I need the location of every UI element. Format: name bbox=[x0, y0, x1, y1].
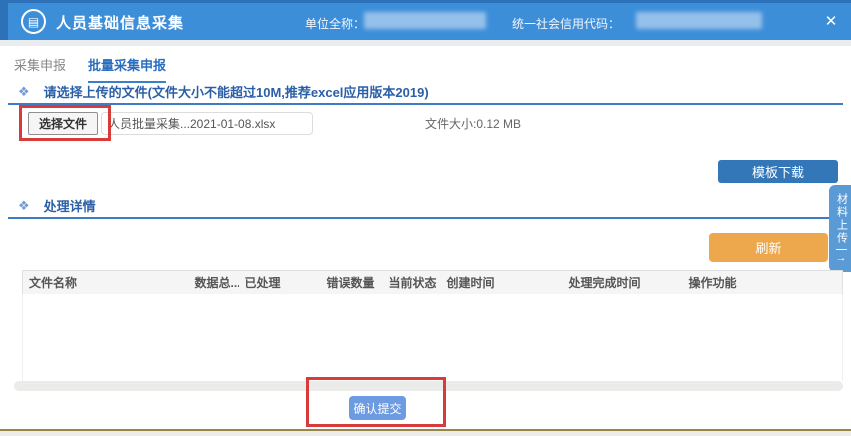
page-title: 人员基础信息采集 bbox=[56, 12, 184, 33]
arrow-right-icon: → bbox=[836, 252, 847, 264]
page-bottom-edge bbox=[0, 429, 851, 436]
col-finish-time: 处理完成时间 bbox=[563, 271, 683, 295]
tab-bar: 采集申报 批量采集申报 bbox=[14, 55, 166, 83]
material-upload-side-tab[interactable]: 材料上传 → bbox=[829, 185, 851, 272]
close-icon[interactable]: ✕ bbox=[821, 11, 841, 31]
modal-header: ▤ 人员基础信息采集 单位全称： 统一社会信用代码： ✕ bbox=[8, 3, 851, 40]
unit-name-redacted-value bbox=[364, 12, 486, 29]
choose-file-button[interactable]: 选择文件 bbox=[28, 112, 98, 135]
file-size-text: 文件大小:0.12 MB bbox=[425, 115, 521, 132]
detail-section-heading: ❖ 处理详情 bbox=[18, 196, 96, 215]
col-data-total: 数据总... bbox=[189, 271, 239, 295]
credit-code-label: 统一社会信用代码： bbox=[512, 15, 620, 32]
table-header-row: 文件名称 数据总... 已处理 错误数量 当前状态 创建时间 处理完成时间 操作… bbox=[23, 271, 843, 295]
personnel-info-modal: ▤ 人员基础信息采集 单位全称： 统一社会信用代码： ✕ 采集申报 批量采集申报… bbox=[0, 0, 851, 436]
refresh-button[interactable]: 刷新 bbox=[709, 233, 828, 262]
tab-batch-collection-declare[interactable]: 批量采集申报 bbox=[88, 55, 166, 83]
credit-code-redacted-value bbox=[636, 12, 762, 29]
diamond-icon: ❖ bbox=[18, 85, 30, 98]
upload-section-title: 请选择上传的文件(文件大小不能超过10M,推荐excel应用版本2019) bbox=[44, 82, 429, 101]
unit-name-label: 单位全称： bbox=[305, 15, 365, 32]
detail-section-title: 处理详情 bbox=[44, 196, 96, 215]
table-empty-body bbox=[22, 294, 843, 381]
tab-collection-declare[interactable]: 采集申报 bbox=[14, 55, 66, 83]
diamond-icon: ❖ bbox=[18, 199, 30, 212]
app-document-icon: ▤ bbox=[21, 9, 46, 34]
selected-file-name: 人员批量采集...2021-01-08.xlsx bbox=[101, 112, 313, 135]
col-file-name: 文件名称 bbox=[23, 271, 189, 295]
col-processed: 已处理 bbox=[239, 271, 321, 295]
col-actions: 操作功能 bbox=[683, 271, 843, 295]
template-download-button[interactable]: 模板下载 bbox=[718, 160, 838, 183]
upload-section-heading: ❖ 请选择上传的文件(文件大小不能超过10M,推荐excel应用版本2019) bbox=[18, 82, 429, 101]
confirm-submit-button[interactable]: 确认提交 bbox=[349, 396, 406, 420]
col-error-count: 错误数量 bbox=[321, 271, 383, 295]
col-create-time: 创建时间 bbox=[441, 271, 563, 295]
side-tab-label: 材料上传 bbox=[836, 193, 847, 245]
section-divider bbox=[8, 217, 843, 219]
side-tab-divider bbox=[836, 249, 847, 250]
processing-detail-table: 文件名称 数据总... 已处理 错误数量 当前状态 创建时间 处理完成时间 操作… bbox=[22, 270, 843, 295]
section-divider bbox=[8, 103, 843, 105]
col-current-status: 当前状态 bbox=[383, 271, 441, 295]
horizontal-scrollbar[interactable] bbox=[14, 381, 843, 391]
